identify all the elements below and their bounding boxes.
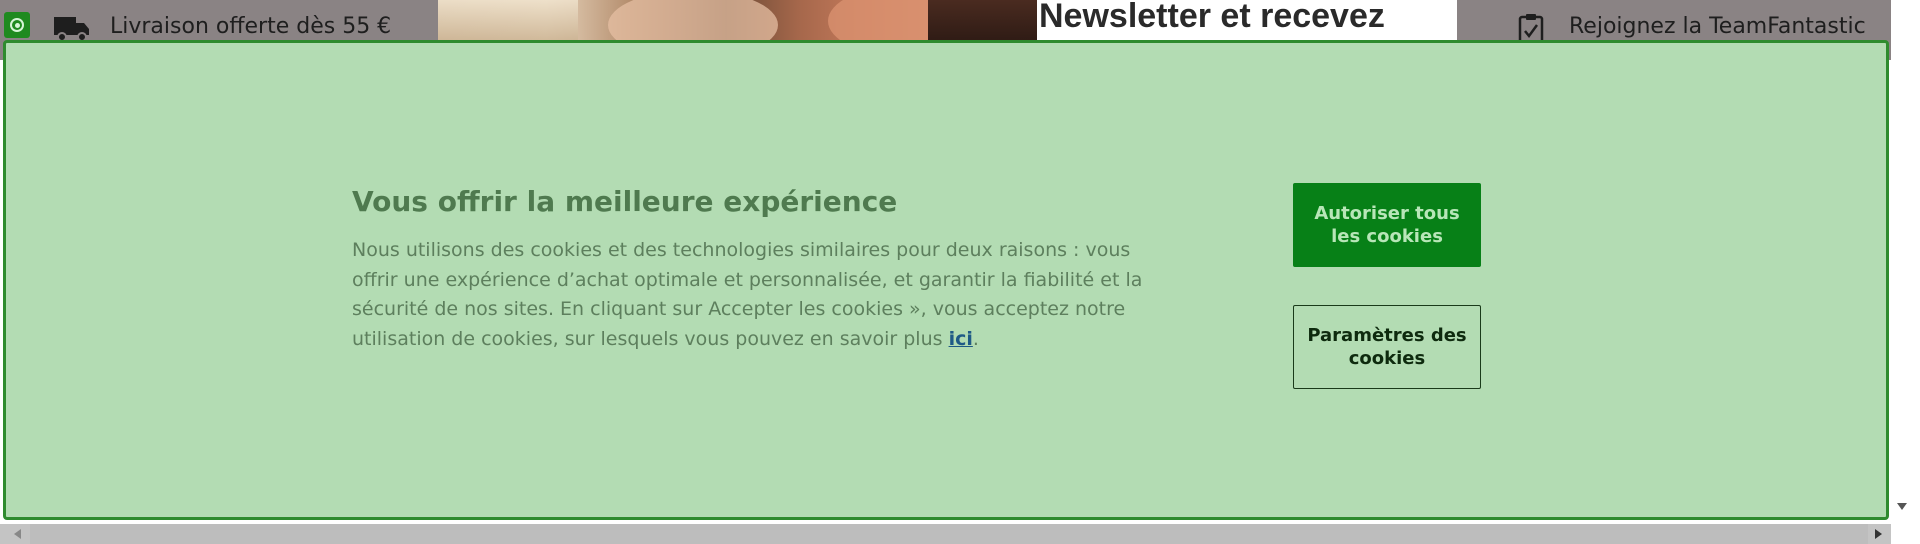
shipping-promo-text: Livraison offerte dès 55 € (110, 14, 392, 39)
cookie-consent-banner: Vous offrir la meilleure expérience Nous… (3, 40, 1889, 520)
consent-badge-icon[interactable] (4, 12, 30, 38)
vertical-scrollbar[interactable] (1891, 0, 1920, 524)
banner-body-trailing: . (972, 327, 979, 350)
banner-body-main: Nous utilisons des cookies et des techno… (352, 239, 1143, 350)
team-promo-text: Rejoignez la TeamFantastic (1569, 14, 1866, 39)
scrollbar-corner (1891, 524, 1920, 544)
scroll-left-arrow-icon[interactable] (14, 529, 21, 539)
truck-icon (54, 17, 89, 42)
learn-more-link[interactable]: ici (949, 328, 973, 350)
cookie-settings-button[interactable]: Paramètres des cookies (1293, 305, 1481, 389)
hero-image (438, 0, 1038, 44)
scroll-right-arrow-icon[interactable] (1875, 529, 1882, 539)
banner-title: Vous offrir la meilleure expérience (352, 185, 898, 218)
banner-body-text: Nous utilisons des cookies et des techno… (352, 236, 1172, 354)
scroll-down-arrow-icon[interactable] (1897, 503, 1907, 510)
horizontal-scrollbar-thumb[interactable] (30, 524, 1868, 544)
newsletter-panel: Newsletter et recevez (1037, 0, 1457, 44)
newsletter-title: Newsletter et recevez (1039, 0, 1385, 35)
accept-all-cookies-button[interactable]: Autoriser tous les cookies (1293, 183, 1481, 267)
